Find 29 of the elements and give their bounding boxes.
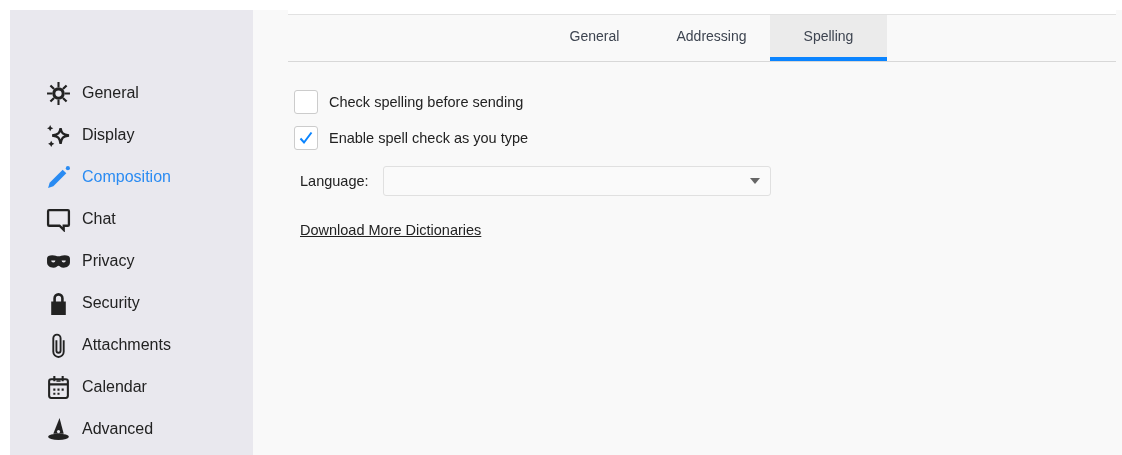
sidebar-item[interactable]: Chat xyxy=(10,198,253,240)
sidebar-item[interactable]: Privacy xyxy=(10,240,253,282)
sidebar-item[interactable]: Calendar xyxy=(10,366,253,408)
wizard-hat-icon xyxy=(48,417,69,440)
sparkle-icon xyxy=(47,124,71,147)
checkbox-label: Enable spell check as you type xyxy=(329,130,529,146)
calendar-icon xyxy=(48,375,69,399)
dropdown-arrow-icon xyxy=(749,178,760,184)
sidebar-item[interactable]: Advanced xyxy=(10,408,253,450)
sidebar-item[interactable]: General xyxy=(10,72,253,114)
chat-bubble-icon xyxy=(46,208,71,231)
tab[interactable]: Addressing xyxy=(653,15,770,61)
language-label: Language: xyxy=(300,173,369,189)
checkbox-label: Check spelling before sending xyxy=(329,94,524,110)
sidebar-item[interactable]: Attachments xyxy=(10,324,253,366)
download-dictionaries-link[interactable]: Download More Dictionaries xyxy=(300,222,482,238)
tab[interactable]: Spelling xyxy=(770,15,887,61)
sidebar-item[interactable]: Security xyxy=(10,282,253,324)
checkbox[interactable] xyxy=(294,90,318,114)
lock-icon xyxy=(51,292,66,315)
tab[interactable]: General xyxy=(536,15,653,61)
gear-icon xyxy=(47,81,70,105)
paperclip-icon xyxy=(52,333,65,358)
pencil-icon xyxy=(48,165,70,188)
language-dropdown[interactable] xyxy=(382,166,771,196)
checkbox[interactable] xyxy=(294,126,318,150)
mask-icon xyxy=(47,254,70,268)
checkmark-icon xyxy=(299,131,313,145)
sidebar-item[interactable]: Display xyxy=(10,114,253,156)
